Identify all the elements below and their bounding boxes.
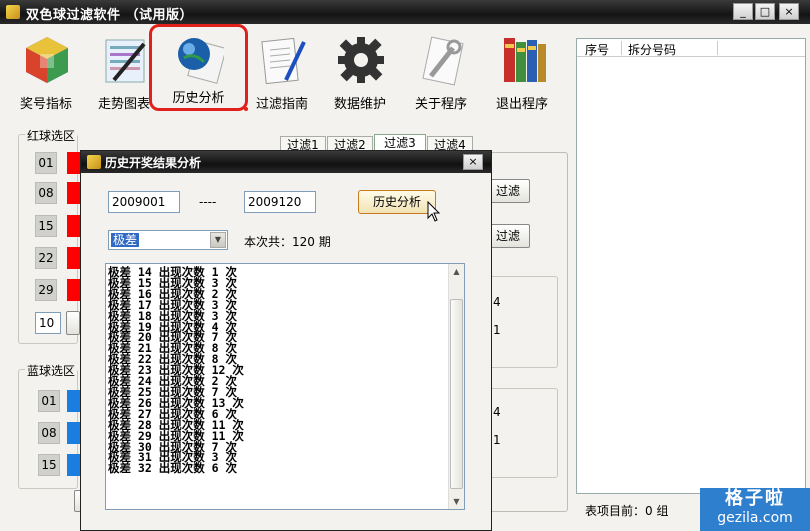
option-label: 1 bbox=[493, 433, 501, 447]
minimize-button[interactable]: _ bbox=[733, 3, 753, 20]
blue-group-title: 蓝球选区 bbox=[25, 362, 77, 379]
watermark-text: 格子啦 bbox=[725, 488, 785, 509]
col-numbers[interactable]: 拆分号码 bbox=[628, 41, 676, 58]
selection-dot bbox=[244, 107, 248, 111]
results-text: 极差 14 出现次数 1 次极差 15 出现次数 3 次极差 16 出现次数 2… bbox=[108, 266, 244, 476]
dialog-title: 历史开奖结果分析 bbox=[105, 156, 202, 170]
list-header: 序号 拆分号码 bbox=[577, 39, 805, 57]
toolbar-label: 奖号指标 bbox=[19, 97, 72, 112]
books-icon bbox=[504, 38, 546, 82]
history-analysis-button[interactable]: 历史分析 bbox=[358, 190, 436, 214]
toolbar-label: 数据维护 bbox=[333, 97, 386, 112]
col-divider bbox=[717, 41, 718, 55]
maximize-button[interactable]: □ bbox=[755, 3, 775, 20]
window-title: 双色球过滤软件 （试用版） bbox=[26, 8, 194, 23]
blue-number-selected[interactable] bbox=[67, 422, 81, 444]
toolbar-item-about[interactable]: 关于程序 bbox=[403, 30, 479, 116]
range-dash: ---- bbox=[199, 195, 217, 209]
globe-doc-icon bbox=[178, 38, 224, 84]
watermark-url: gezila.com bbox=[717, 510, 793, 526]
metric-select-value: 极差 bbox=[111, 233, 140, 247]
red-number[interactable]: 22 bbox=[35, 247, 57, 269]
dialog-app-icon bbox=[87, 155, 101, 169]
col-divider bbox=[621, 41, 622, 55]
dialog-title-bar: 历史开奖结果分析 × bbox=[81, 151, 491, 173]
wrench-doc-icon bbox=[422, 36, 464, 86]
close-button[interactable]: × bbox=[779, 3, 799, 20]
red-number-selected[interactable] bbox=[67, 279, 81, 301]
cube-icon bbox=[26, 37, 68, 83]
dialog-close-button[interactable]: × bbox=[463, 154, 483, 170]
filter-subgroup bbox=[488, 276, 558, 368]
toolbar-label: 历史分析 bbox=[172, 91, 225, 106]
app-icon bbox=[6, 5, 20, 19]
blue-number-selected[interactable] bbox=[67, 390, 81, 412]
red-number[interactable]: 08 bbox=[35, 182, 57, 204]
chart-pen-icon bbox=[105, 39, 146, 83]
blue-number[interactable]: 01 bbox=[38, 390, 60, 412]
results-scrollbar[interactable]: ▲ ▼ bbox=[448, 264, 464, 509]
red-number-selected[interactable] bbox=[67, 182, 81, 204]
scroll-down-icon[interactable]: ▼ bbox=[449, 494, 464, 509]
toolbar-item-filter-guide[interactable]: 过滤指南 bbox=[244, 30, 320, 116]
red-number[interactable]: 15 bbox=[35, 215, 57, 237]
result-line: 极差 32 出现次数 6 次 bbox=[108, 461, 237, 476]
toolbar-item-prize-index[interactable]: 奖号指标 bbox=[8, 30, 84, 116]
blue-number[interactable]: 15 bbox=[38, 454, 60, 476]
results-textarea[interactable]: 极差 14 出现次数 1 次极差 15 出现次数 3 次极差 16 出现次数 2… bbox=[105, 263, 465, 510]
red-number[interactable]: 01 bbox=[35, 152, 57, 174]
red-count-input[interactable]: 10 bbox=[35, 312, 61, 334]
toolbar-label: 关于程序 bbox=[414, 97, 467, 112]
start-period-input[interactable]: 2009001 bbox=[108, 191, 180, 213]
metric-select[interactable]: 极差 ▼ bbox=[108, 230, 228, 250]
toolbar-item-data-maintenance[interactable]: 数据维护 bbox=[322, 30, 398, 116]
option-label: 4 bbox=[493, 405, 501, 419]
gear-icon bbox=[338, 37, 384, 83]
filter-button[interactable]: 过滤 bbox=[486, 179, 530, 203]
scroll-up-icon[interactable]: ▲ bbox=[449, 264, 464, 279]
toolbar-label: 过滤指南 bbox=[255, 97, 308, 112]
end-period-input[interactable]: 2009120 bbox=[244, 191, 316, 213]
watermark-logo: 格子啦 gezila.com bbox=[700, 488, 810, 531]
toolbar-label: 退出程序 bbox=[495, 97, 548, 112]
filter-button[interactable]: 过滤 bbox=[486, 224, 530, 248]
status-text: 表项目前：0 组 bbox=[585, 504, 669, 518]
col-index[interactable]: 序号 bbox=[585, 41, 609, 58]
red-number-selected[interactable] bbox=[67, 152, 81, 174]
mouse-cursor-icon bbox=[427, 201, 441, 222]
red-number-selected[interactable] bbox=[67, 215, 81, 237]
toolbar-item-exit[interactable]: 退出程序 bbox=[484, 30, 560, 116]
red-number[interactable]: 29 bbox=[35, 279, 57, 301]
result-listview[interactable]: 序号 拆分号码 bbox=[576, 38, 806, 494]
doc-pen-icon bbox=[261, 37, 306, 85]
title-bar: 双色球过滤软件 （试用版） _ □ × bbox=[0, 0, 810, 24]
total-periods-label: 本次共：120 期 bbox=[244, 235, 331, 249]
red-number-selected[interactable] bbox=[67, 247, 81, 269]
option-label: 1 bbox=[493, 323, 501, 337]
chevron-down-icon[interactable]: ▼ bbox=[210, 232, 226, 248]
blue-number[interactable]: 08 bbox=[38, 422, 60, 444]
scroll-thumb[interactable] bbox=[450, 299, 463, 489]
blue-number-selected[interactable] bbox=[67, 454, 81, 476]
red-count-button[interactable] bbox=[66, 311, 80, 335]
red-group-title: 红球选区 bbox=[25, 127, 77, 144]
option-label: 4 bbox=[493, 295, 501, 309]
toolbar-item-history-analysis[interactable]: 历史分析 bbox=[149, 24, 248, 111]
